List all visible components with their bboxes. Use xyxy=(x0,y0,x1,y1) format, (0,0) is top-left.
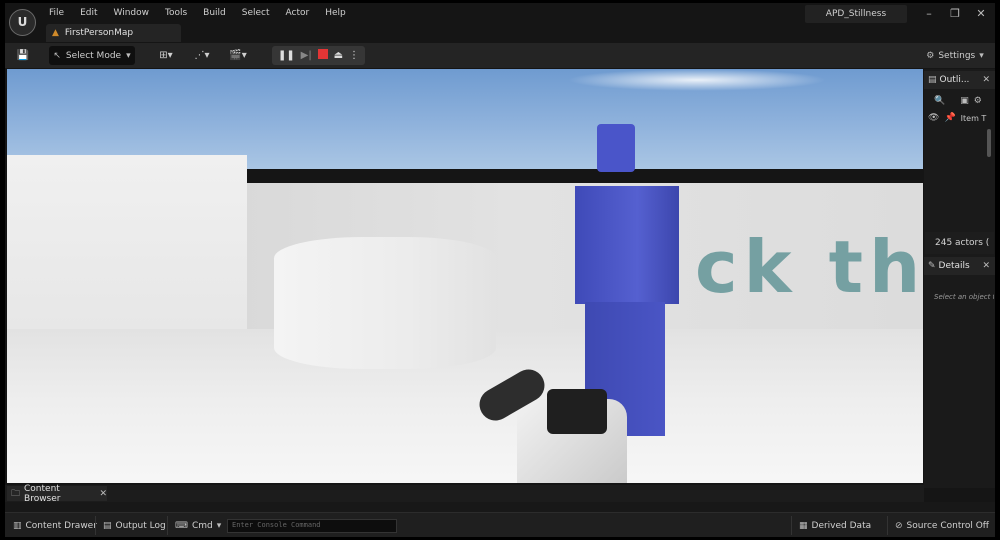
cinematics-icon[interactable]: 🎬▾ xyxy=(225,46,251,65)
drawer-icon: ▥ xyxy=(13,520,22,531)
first-person-weapon xyxy=(473,359,637,483)
divider xyxy=(887,516,888,535)
status-bar: ▥ Content Drawer ▤ Output Log ⌨ Cmd ▾ En… xyxy=(5,512,995,537)
outliner-icon: ▤ xyxy=(928,75,937,85)
content-browser-toolbar xyxy=(5,502,995,512)
cursor-icon: ↖ xyxy=(53,50,61,61)
select-mode-label: Select Mode xyxy=(65,50,122,61)
details-hint: Select an object to xyxy=(934,293,994,301)
output-log-button[interactable]: ▤ Output Log xyxy=(99,516,170,535)
terminal-icon: ⌨ xyxy=(175,520,188,531)
menu-file[interactable]: File xyxy=(41,6,72,20)
close-icon[interactable]: ✕ xyxy=(99,489,107,499)
divider xyxy=(95,516,96,535)
add-actor-icon[interactable]: ⊞▾ xyxy=(153,46,179,65)
settings-button[interactable]: ⚙ Settings ▾ xyxy=(923,46,987,65)
details-tab[interactable]: ✎ Details ✕ xyxy=(924,257,995,275)
close-icon[interactable]: ✕ xyxy=(982,261,990,271)
pin-icon[interactable]: 📌 xyxy=(944,113,955,123)
menu-tools[interactable]: Tools xyxy=(157,6,195,20)
map-tab-label: FirstPersonMap xyxy=(64,28,134,38)
outliner-scrollbar[interactable] xyxy=(987,129,991,157)
title-bar: U File Edit Window Tools Build Select Ac… xyxy=(5,3,995,43)
menu-edit[interactable]: Edit xyxy=(72,6,105,20)
menu-bar: File Edit Window Tools Build Select Acto… xyxy=(41,6,354,20)
mannequin-head xyxy=(597,124,635,172)
unreal-logo-icon[interactable]: U xyxy=(9,9,36,36)
output-log-label: Output Log xyxy=(115,520,166,531)
log-icon: ▤ xyxy=(103,520,112,531)
level-icon: ▲ xyxy=(52,28,59,38)
chevron-down-icon: ▾ xyxy=(979,50,984,61)
outliner-tab-label: Outli... xyxy=(939,75,970,85)
cloud xyxy=(567,69,827,91)
close-icon[interactable]: ✕ xyxy=(971,7,991,20)
derived-data-icon: ▦ xyxy=(799,520,808,531)
menu-select[interactable]: Select xyxy=(234,6,278,20)
minimize-icon[interactable]: – xyxy=(919,7,939,20)
eject-icon[interactable]: ⏏ xyxy=(334,50,343,61)
stop-icon[interactable] xyxy=(317,49,328,62)
eye-icon[interactable]: 👁 xyxy=(928,113,939,123)
chevron-down-icon: ▾ xyxy=(216,520,222,531)
source-control-label: Source Control Off xyxy=(906,520,989,531)
folder-icon: 🗀 xyxy=(11,488,21,499)
outliner-tab[interactable]: ▤ Outli... ✕ xyxy=(924,71,995,89)
content-drawer-label: Content Drawer xyxy=(25,520,97,531)
cmd-selector[interactable]: ⌨ Cmd ▾ xyxy=(171,516,225,535)
console-input[interactable]: Enter Console Command xyxy=(227,519,397,533)
content-browser-label: Content Browser xyxy=(24,483,61,504)
save-icon[interactable]: 💾 xyxy=(13,46,33,65)
search-icon[interactable]: 🔍 xyxy=(934,96,945,106)
derived-data-label: Derived Data xyxy=(811,520,872,531)
content-drawer-button[interactable]: ▥ Content Drawer xyxy=(9,516,101,535)
add-folder-icon[interactable]: ▣ xyxy=(960,96,969,106)
main-toolbar: 💾 ↖ Select Mode ▾ ⊞▾ ⋰▾ 🎬▾ ❚❚ ▶| ⏏ ⋮ ⚙ S… xyxy=(5,43,995,68)
map-tab[interactable]: ▲ FirstPersonMap xyxy=(46,24,181,42)
menu-actor[interactable]: Actor xyxy=(278,6,318,20)
no-entry-icon: ⊘ xyxy=(895,520,903,531)
select-mode-button[interactable]: ↖ Select Mode ▾ xyxy=(49,46,135,65)
gear-icon[interactable]: ⚙ xyxy=(974,96,982,106)
close-icon[interactable]: ✕ xyxy=(982,75,990,85)
menu-help[interactable]: Help xyxy=(317,6,354,20)
derived-data-button[interactable]: ▦ Derived Data xyxy=(795,516,875,535)
play-options-icon[interactable]: ⋮ xyxy=(349,50,359,61)
chevron-down-icon: ▾ xyxy=(126,50,131,61)
play-controls: ❚❚ ▶| ⏏ ⋮ xyxy=(272,46,365,65)
actor-count: 245 actors ( xyxy=(925,232,994,254)
drawer-tab-strip: 🗀 Content Browser ✕ xyxy=(5,483,924,504)
settings-label: Settings xyxy=(938,50,976,61)
wall-text: ck the xyxy=(695,225,923,309)
mannequin-torso xyxy=(575,186,679,304)
divider xyxy=(167,516,168,535)
pencil-icon: ✎ xyxy=(928,261,936,271)
divider xyxy=(791,516,792,535)
pause-icon[interactable]: ❚❚ xyxy=(278,50,295,61)
outliner-header: 👁 📌 Item T xyxy=(924,111,995,125)
item-type-column[interactable]: Item T xyxy=(961,114,987,123)
details-tab-label: Details xyxy=(938,261,970,271)
menu-window[interactable]: Window xyxy=(106,6,158,20)
left-wall xyxy=(7,155,247,345)
blueprint-icon[interactable]: ⋰▾ xyxy=(189,46,215,65)
cmd-label: Cmd xyxy=(192,520,213,531)
outliner-toolbar: 🔍 ▣ ⚙ xyxy=(924,93,995,109)
gear-icon: ⚙ xyxy=(926,50,935,61)
right-panel: ▤ Outli... ✕ 🔍 ▣ ⚙ 👁 📌 Item T 245 actors… xyxy=(924,69,995,488)
project-name: APD_Stillness xyxy=(805,5,907,23)
cylinder-prop xyxy=(274,237,496,369)
restore-icon[interactable]: ❐ xyxy=(945,7,965,20)
step-frame-icon[interactable]: ▶| xyxy=(301,50,312,61)
source-control-button[interactable]: ⊘ Source Control Off xyxy=(891,516,993,535)
menu-build[interactable]: Build xyxy=(195,6,234,20)
level-viewport[interactable]: ck the xyxy=(7,69,923,483)
content-browser-tab[interactable]: 🗀 Content Browser ✕ xyxy=(7,483,107,504)
weapon-scope xyxy=(547,389,607,434)
editor-window: U File Edit Window Tools Build Select Ac… xyxy=(5,3,995,537)
